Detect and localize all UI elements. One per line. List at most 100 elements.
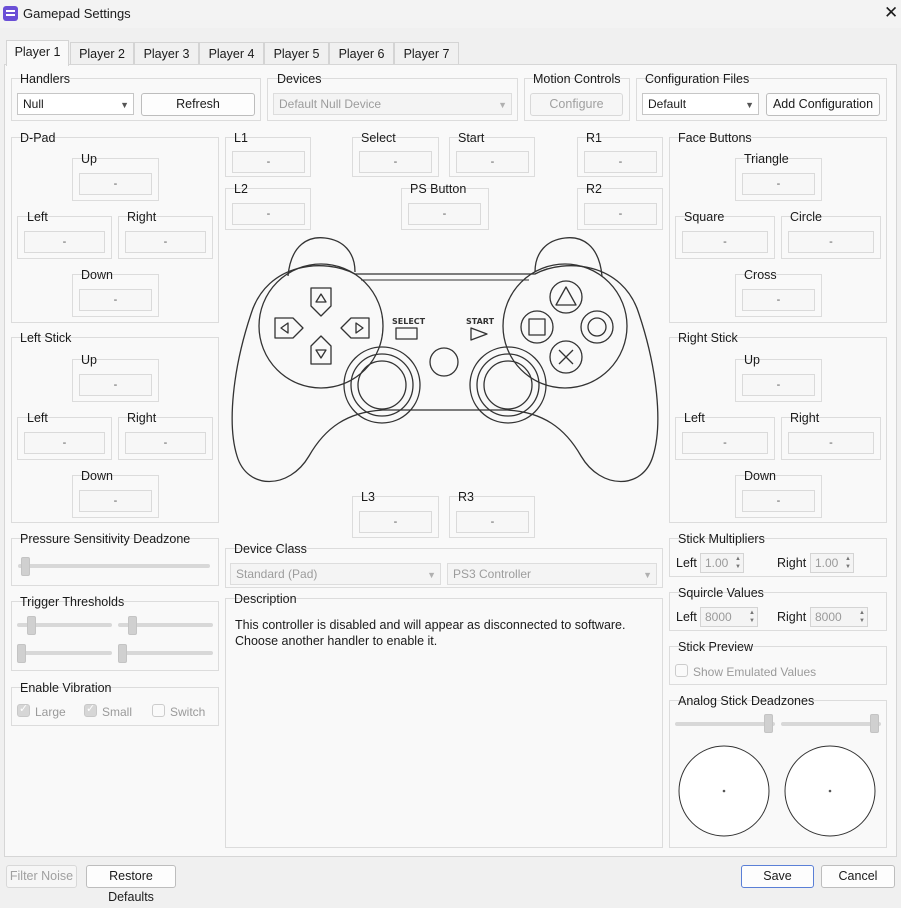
left-stick-up-binding[interactable]: - — [79, 374, 152, 396]
configuration-files-title: Configuration Files — [645, 72, 750, 86]
trigger-thresholds-title: Trigger Thresholds — [20, 595, 125, 609]
l3-binding[interactable]: - — [359, 511, 432, 533]
spin-up-icon[interactable]: ▲ — [845, 556, 851, 563]
right-stick-right-binding[interactable]: - — [788, 432, 874, 454]
device-type-select[interactable]: PS3 Controller ▼ — [447, 563, 657, 585]
r1-binding[interactable]: - — [584, 151, 657, 173]
device-type-value: PS3 Controller — [453, 567, 532, 581]
vibration-title: Enable Vibration — [20, 681, 112, 695]
close-icon[interactable]: ✕ — [884, 3, 898, 23]
tab-player-1[interactable]: Player 1 — [6, 40, 69, 66]
start-button-icon — [470, 327, 488, 341]
circle-binding[interactable]: - — [788, 231, 874, 253]
l2-threshold-handle[interactable] — [27, 616, 36, 635]
right-deadzone-slider-handle[interactable] — [870, 714, 879, 733]
r1-threshold-track — [118, 651, 213, 655]
deadzone-preview — [678, 745, 876, 837]
triangle-binding[interactable]: - — [742, 173, 815, 195]
r2-threshold-handle[interactable] — [128, 616, 137, 635]
left-deadzone-slider-handle[interactable] — [764, 714, 773, 733]
spin-down-icon[interactable]: ▼ — [749, 618, 755, 625]
r1-label: R1 — [586, 131, 602, 145]
r1-threshold-handle[interactable] — [118, 644, 127, 663]
left-stick-up-label: Up — [81, 353, 97, 367]
small-vibration-checkbox[interactable] — [84, 702, 97, 717]
dpad-right-binding[interactable]: - — [125, 231, 206, 253]
spin-down-icon[interactable]: ▼ — [735, 564, 741, 571]
device-class-select[interactable]: Standard (Pad) ▼ — [230, 563, 441, 585]
handler-select[interactable]: Null ▼ — [17, 93, 134, 115]
dpad-right-label: Right — [127, 210, 157, 224]
triangle-button-icon — [549, 280, 583, 314]
tab-player-6[interactable]: Player 6 — [329, 42, 394, 65]
configure-button[interactable]: Configure — [530, 93, 623, 116]
refresh-button[interactable]: Refresh — [141, 93, 255, 116]
configuration-value: Default — [648, 97, 687, 111]
left-squircle-spinbox[interactable]: 8000 ▲ ▼ — [700, 607, 758, 627]
right-stick-up-label: Up — [744, 353, 760, 367]
right-stick-up-binding[interactable]: - — [742, 374, 815, 396]
right-squircle-spinbox[interactable]: 8000 ▲ ▼ — [810, 607, 868, 627]
right-multiplier-value: 1.00 — [815, 556, 839, 570]
select-binding[interactable]: - — [359, 151, 432, 173]
left-stick-down-binding[interactable]: - — [79, 490, 152, 512]
right-stick-down-binding[interactable]: - — [742, 490, 815, 512]
title-bar — [0, 0, 901, 28]
left-stick-left-binding[interactable]: - — [24, 432, 105, 454]
trigger-thresholds-group — [11, 601, 219, 671]
l2-binding[interactable]: - — [232, 203, 305, 225]
dpad-up-binding[interactable]: - — [79, 173, 152, 195]
large-vibration-checkbox[interactable] — [17, 702, 30, 717]
spin-down-icon[interactable]: ▼ — [859, 618, 865, 625]
add-configuration-button[interactable]: Add Configuration — [766, 93, 880, 116]
filter-noise-button[interactable]: Filter Noise — [6, 865, 77, 888]
pressure-deadzone-slider-handle[interactable] — [21, 557, 30, 576]
dpad-down-label: Down — [81, 268, 113, 282]
left-multiplier-spinbox[interactable]: 1.00 ▲ ▼ — [700, 553, 744, 573]
square-label: Square — [684, 210, 725, 224]
left-stick-right-label: Right — [127, 411, 157, 425]
select-label: Select — [361, 131, 396, 145]
l3-label: L3 — [361, 490, 375, 504]
controller-illustration: SELECT START — [231, 237, 659, 482]
configuration-select[interactable]: Default ▼ — [642, 93, 759, 115]
l1-binding[interactable]: - — [232, 151, 305, 173]
spin-up-icon[interactable]: ▲ — [859, 610, 865, 617]
tab-player-2[interactable]: Player 2 — [70, 42, 134, 65]
description-title: Description — [234, 592, 297, 606]
r2-binding[interactable]: - — [584, 203, 657, 225]
dpad-left-binding[interactable]: - — [24, 231, 105, 253]
window-title: Gamepad Settings — [23, 6, 131, 21]
cancel-button[interactable]: Cancel — [821, 865, 895, 888]
switch-vibration-checkbox[interactable] — [152, 704, 165, 717]
ps-button-binding[interactable]: - — [408, 203, 481, 225]
start-binding[interactable]: - — [456, 151, 529, 173]
spin-up-icon[interactable]: ▲ — [735, 556, 741, 563]
device-select[interactable]: Default Null Device ▼ — [273, 93, 512, 115]
right-squircle-value: 8000 — [815, 610, 842, 624]
right-stick-right-label: Right — [790, 411, 820, 425]
restore-defaults-button[interactable]: Restore Defaults — [86, 865, 176, 904]
left-stick-right-binding[interactable]: - — [125, 432, 206, 454]
square-binding[interactable]: - — [682, 231, 768, 253]
l1-threshold-handle[interactable] — [17, 644, 26, 663]
right-stick-preview-dot — [828, 789, 832, 793]
right-squircle-label: Right — [777, 610, 807, 624]
show-emulated-values-checkbox[interactable] — [675, 664, 688, 677]
tab-player-4[interactable]: Player 4 — [199, 42, 264, 65]
right-stick-left-binding[interactable]: - — [682, 432, 768, 454]
spin-up-icon[interactable]: ▲ — [749, 610, 755, 617]
tab-player-5[interactable]: Player 5 — [264, 42, 329, 65]
spin-down-icon[interactable]: ▼ — [845, 564, 851, 571]
square-button-icon — [520, 310, 554, 344]
device-class-title: Device Class — [234, 542, 307, 556]
right-multiplier-spinbox[interactable]: 1.00 ▲ ▼ — [810, 553, 854, 573]
tab-player-3[interactable]: Player 3 — [134, 42, 199, 65]
save-button[interactable]: Save — [741, 865, 814, 888]
cross-binding[interactable]: - — [742, 289, 815, 311]
tab-player-7[interactable]: Player 7 — [394, 42, 459, 65]
dpad-down-binding[interactable]: - — [79, 289, 152, 311]
r3-binding[interactable]: - — [456, 511, 529, 533]
select-art-label: SELECT — [392, 317, 426, 326]
right-stick-down-label: Down — [744, 469, 776, 483]
